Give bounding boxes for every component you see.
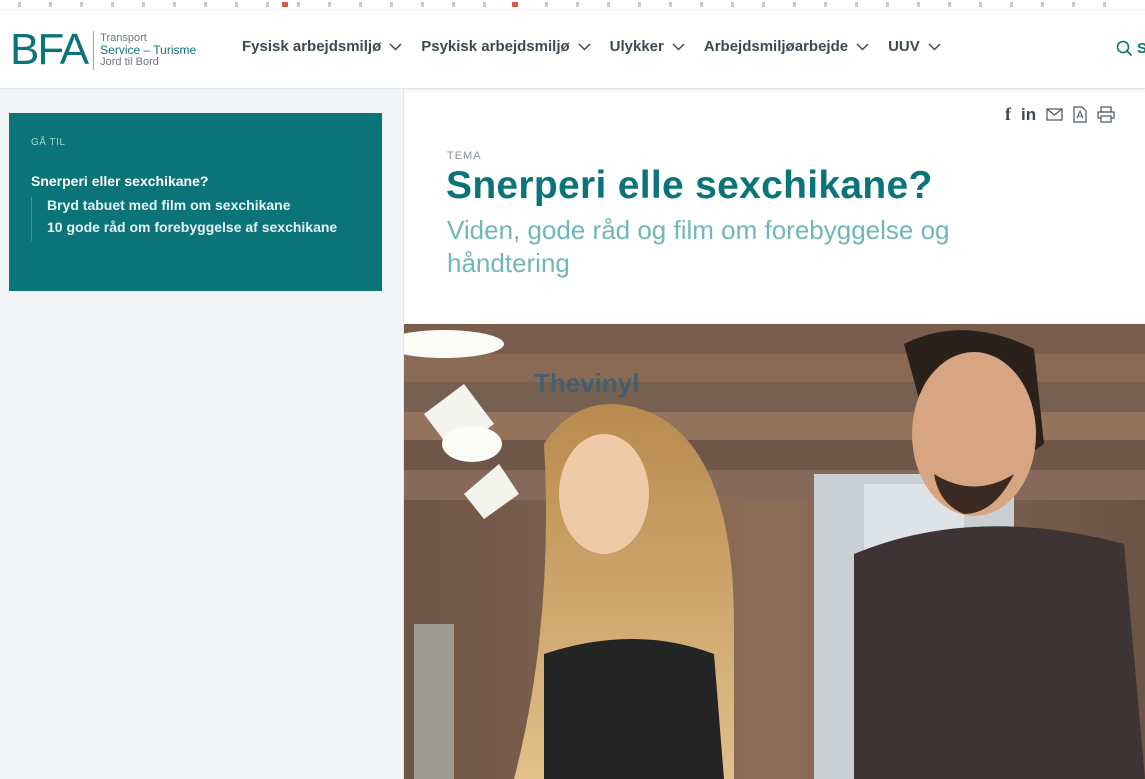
facebook-icon[interactable]: f [1005, 104, 1011, 125]
search-label: S [1137, 40, 1145, 57]
top-strip-pattern [18, 2, 1118, 7]
toc-link-gode-raad[interactable]: 10 gode råd om forebyggelse af sexchikan… [47, 219, 347, 236]
hero-image: Thevinyl [404, 324, 1145, 779]
nav-item-psykisk[interactable]: Psykisk arbejdsmiljø [421, 38, 591, 55]
chevron-down-icon [928, 42, 941, 51]
table-of-contents: GÅ TIL Snerperi eller sexchikane? Bryd t… [9, 113, 382, 291]
logo-line-service: Service – Turisme [100, 43, 197, 57]
article-subtitle: Viden, gode råd og film om forebyggelse … [447, 215, 950, 278]
toc-link-film[interactable]: Bryd tabuet med film om sexchikane [47, 197, 347, 214]
top-strip [0, 0, 1145, 10]
mail-icon[interactable] [1046, 108, 1063, 121]
logo-line-jord: Jord til Bord [100, 56, 159, 68]
article-kicker: TEMA [447, 150, 482, 162]
nav-item-ulykker[interactable]: Ulykker [610, 38, 685, 55]
nav-item-label: Arbejdsmiljøarbejde [703, 38, 849, 55]
page-title: Snerperi elle sexchikane? [446, 164, 933, 207]
linkedin-icon[interactable]: in [1021, 105, 1036, 125]
nav-item-label: Ulykker [609, 38, 664, 55]
chevron-down-icon [672, 42, 685, 51]
site-header: BFA Transport Service – Turisme Jord til… [0, 10, 1145, 89]
toc-heading: GÅ TIL [31, 137, 66, 148]
top-strip-mark [282, 2, 288, 7]
chevron-down-icon [389, 42, 402, 51]
nav-item-fysisk[interactable]: Fysisk arbejdsmiljø [242, 38, 402, 55]
logo-mark: BFA [10, 25, 89, 74]
search-button[interactable]: S [1116, 40, 1145, 57]
print-icon[interactable] [1097, 106, 1115, 123]
logo-subtitle: Transport Service – Turisme Jord til Bor… [93, 30, 197, 70]
toc-link-main[interactable]: Snerperi eller sexchikane? [31, 173, 208, 189]
logo[interactable]: BFA Transport Service – Turisme Jord til… [10, 27, 196, 73]
nav-item-label: UUV [888, 38, 920, 55]
chevron-down-icon [856, 42, 869, 51]
nav-item-label: Fysisk arbejdsmiljø [242, 38, 382, 55]
toc-sub-list: Bryd tabuet med film om sexchikane 10 go… [31, 197, 347, 241]
nav-item-label: Psykisk arbejdsmiljø [421, 38, 570, 55]
share-bar: f in [1005, 104, 1125, 125]
hero-illustration: Thevinyl [404, 324, 1145, 779]
search-icon [1116, 40, 1133, 57]
nav-item-arbejdsmiljoarbejde[interactable]: Arbejdsmiljøarbejde [704, 38, 869, 55]
wall-sign: Thevinyl [534, 368, 639, 398]
top-strip-mark [512, 2, 518, 7]
pdf-icon[interactable] [1073, 106, 1087, 123]
chevron-down-icon [578, 42, 591, 51]
nav-item-uuv[interactable]: UUV [888, 38, 941, 55]
main-nav: Fysisk arbejdsmiljø Psykisk arbejdsmiljø… [242, 38, 960, 55]
sidebar: GÅ TIL Snerperi eller sexchikane? Bryd t… [0, 89, 404, 779]
